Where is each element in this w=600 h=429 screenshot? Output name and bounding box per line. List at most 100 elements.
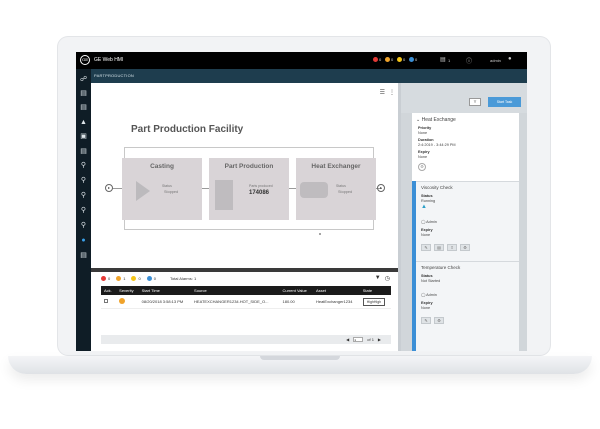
current-value-cell: 180.00 [279,295,313,309]
upload-icon[interactable]: ⇧ [447,244,457,251]
step-status-value: Running [421,199,436,203]
source-cell: HEATEXCHANGER1234.HOT_SIDE_O... [191,295,280,309]
clock-icon[interactable]: ◷ [385,275,390,282]
column-header[interactable]: Current Value [279,286,313,295]
duration-label: Duration [418,138,434,142]
layers-icon[interactable]: ▤ [79,147,88,156]
running-person-icon: ▲ [421,204,427,210]
ack-checkbox[interactable] [104,299,108,303]
alarm-dot-icon [409,57,414,62]
drop-icon[interactable]: ▲ [79,118,88,127]
column-header[interactable]: State [359,286,391,295]
settings-icon[interactable]: ⚙ [434,317,444,324]
task-panel-header: ▿ Start Task [401,83,527,113]
stage-title: Part Production [224,163,274,170]
share-icon[interactable]: ☍ [79,75,88,84]
user-icon: ◯ [421,220,426,224]
alarm-count-medium[interactable]: 0 [397,57,405,62]
breadcrumb[interactable]: PARTPRODUCTION [94,73,134,78]
search-icon[interactable]: ⚲ [79,221,88,230]
table-row[interactable]: 08/20/2018 3:58:13 PM HEATEXCHANGER1234.… [101,295,391,309]
asset-cell: HeatExchanger1234 [312,295,360,309]
severity-dot-icon [131,276,137,281]
start-task-button[interactable]: Start Task [488,97,521,107]
settings-icon[interactable]: ⚙ [418,163,426,171]
alarm-tools: ▼ ◷ [375,275,390,282]
step-actions: ✎ ⚙ [421,317,444,324]
severity-low[interactable]: 0 [146,276,156,281]
task-heading[interactable]: ⌄ Heat Exchange [416,117,456,123]
task-step-viscosity[interactable]: Viscosity Check Status Running ▲ ◯ Admin… [416,181,519,261]
tasks-icon[interactable]: ▤ [440,56,446,63]
edit-icon[interactable]: ✎ [421,317,431,324]
alarm-panel: 0 1 0 0 Total Alarms: 1 ▼ ◷ Ack. Severit… [91,272,398,351]
user-name[interactable]: admin [490,58,501,63]
column-header[interactable]: Source [191,286,280,295]
alarm-count-high[interactable]: 0 [385,57,393,62]
next-page-icon[interactable]: ▶ [378,337,381,342]
severity-cell [116,295,139,309]
layers-icon[interactable]: ▤ [79,103,88,112]
column-header[interactable]: Ack. [101,286,117,295]
image-icon[interactable]: ▣ [79,132,88,141]
filter-icon[interactable]: ▼ [375,275,381,282]
parts-count: 174086 [249,190,270,196]
user-icon[interactable]: ● [508,56,512,62]
severity-dot-icon [146,276,152,281]
severity-medium[interactable]: 0 [131,276,141,281]
step-expiry-value: None [421,306,431,310]
column-header[interactable]: Asset [312,286,360,295]
stage-part-production[interactable]: Part Production Parts produced 174086 [209,158,289,220]
expiry-label: Expiry [418,150,430,154]
stage-heat-exchanger[interactable]: Heat Exchanger Status Stopped [296,158,376,220]
search-icon[interactable]: ⚲ [79,206,88,215]
list-icon[interactable]: ☰ [380,89,385,96]
expiry-value: None [418,155,428,159]
column-header[interactable]: Severity [116,286,139,295]
help-icon[interactable]: ⓘ [466,56,472,65]
alarm-dot-icon [397,57,402,62]
step-status-label: Status [421,194,433,198]
priority-value: None [418,131,428,135]
alarm-table-header: Ack. Severity Start Time Source Current … [101,286,391,295]
ack-cell[interactable] [101,295,117,309]
warning-icon [119,298,126,304]
stage-title: Heat Exchanger [311,163,361,170]
severity-high[interactable]: 1 [116,276,125,281]
canvas-toolbar: ☰ ⋮ [380,89,395,96]
filter-button[interactable]: ▿ [469,98,481,106]
document-icon[interactable]: ▤ [434,244,444,251]
column-header[interactable]: Start Time [138,286,192,295]
prev-page-icon[interactable]: ◀ [346,337,349,342]
search-icon[interactable]: ⚲ [79,161,88,170]
step-title: Viscosity Check [421,185,453,190]
more-icon[interactable]: ⋮ [389,89,395,96]
outflow-arrow-icon: ▸ [377,184,385,192]
severity-summary: 0 1 0 0 Total Alarms: 1 [101,276,196,281]
search-icon[interactable]: ⚲ [79,191,88,200]
app-screen: GE GE Web HMI 0 0 0 0 ▤ 1 ⓘ admin ● PART… [76,52,527,351]
status-label: Status [336,184,346,188]
document-icon[interactable]: ▤ [79,251,88,260]
alarm-count-low[interactable]: 0 [409,57,417,62]
stage-casting[interactable]: Casting Status Stopped [122,158,202,220]
severity-critical[interactable]: 0 [101,276,110,281]
search-icon[interactable]: ⚲ [79,176,88,185]
state-badge[interactable]: HighHigh [362,298,386,306]
alarm-dot-icon [373,57,378,62]
settings-icon[interactable]: ⚙ [460,244,470,251]
layers-icon[interactable]: ▤ [79,89,88,98]
breadcrumb-bar: PARTPRODUCTION [76,69,527,83]
alarm-count-critical[interactable]: 0 [373,57,381,62]
step-assignee: ◯ Admin [421,293,437,297]
step-expiry-label: Expiry [421,301,433,305]
press-machine-icon [215,180,233,210]
top-app-bar: GE GE Web HMI 0 0 0 0 ▤ 1 ⓘ admin ● [76,52,527,69]
edit-icon[interactable]: ✎ [421,244,431,251]
group-icon[interactable]: ● [79,236,88,245]
tasks-count: 1 [448,58,451,63]
step-expiry-value: None [421,233,431,237]
page-input[interactable] [353,337,364,342]
task-step-temperature[interactable]: Temperature Check Status Not Started ◯ A… [416,261,519,351]
status-value: Stopped [338,190,353,194]
